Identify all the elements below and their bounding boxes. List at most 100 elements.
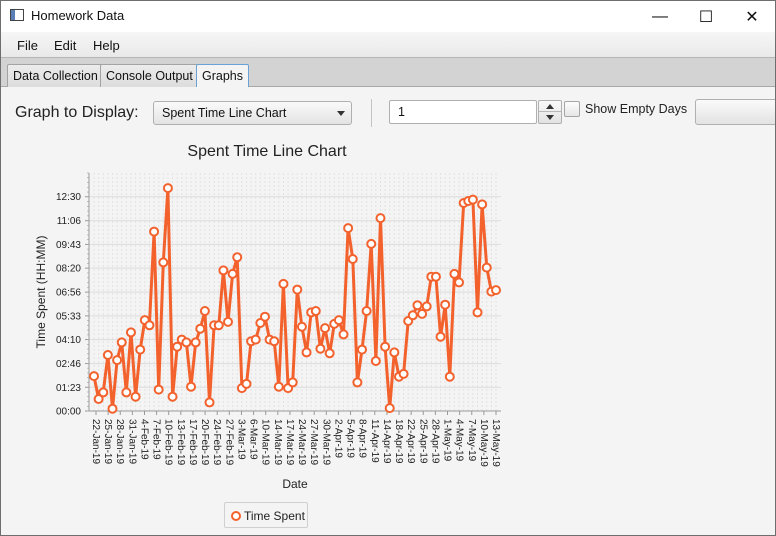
x-tick-label: 17-Feb-19 [187,419,198,466]
x-tick-label: 3-Mar-19 [235,419,246,460]
data-point [435,331,446,342]
data-point [315,343,326,354]
data-point [181,337,192,348]
title-bar: Homework Data — ☐ ✕ [1,1,775,32]
data-point [98,387,109,398]
data-point [269,336,280,347]
y-tick-label: 11:06 [57,216,82,227]
x-tick-label: 28-Jan-19 [114,419,125,464]
data-point [407,310,418,321]
data-point [241,378,252,389]
data-point [347,254,358,264]
data-point [130,391,141,402]
minimize-button[interactable]: — [637,1,683,32]
menu-edit[interactable]: Edit [54,38,76,53]
x-tick-label: 7-Feb-19 [151,419,162,460]
x-tick-label: 18-Apr-19 [393,419,404,464]
data-point [287,377,298,388]
data-point [162,183,173,194]
app-window-icon [10,9,24,21]
data-point [338,329,349,340]
x-tick-label: 6-Mar-19 [248,419,259,460]
data-point [116,337,127,348]
x-tick-label: 5-Apr-19 [345,419,356,458]
y-tick-label: 05:33 [56,311,81,322]
menu-help[interactable]: Help [93,38,120,53]
data-point [449,268,460,279]
data-point [259,311,270,322]
data-point [375,213,386,224]
x-tick-label: 10-Mar-19 [260,419,271,466]
data-point [366,238,377,249]
data-point [135,344,146,355]
data-point [301,347,312,358]
x-tick-label: 11-Apr-19 [369,419,380,463]
data-point [213,320,224,331]
x-tick-label: 17-Mar-19 [284,419,295,466]
data-point [324,348,335,359]
data-point [278,278,289,289]
y-tick-label: 09:43 [56,240,81,251]
data-point [357,344,367,355]
data-point [218,265,229,276]
data-point [310,306,321,316]
data-point [384,403,395,414]
x-tick-label: 8-Apr-19 [357,419,368,458]
data-point [195,323,206,334]
legend-label: Time Spent [244,509,305,523]
app-window: Homework Data — ☐ ✕ File Edit Help Data … [0,0,776,536]
window-title: Homework Data [31,8,125,23]
maximize-button[interactable]: ☐ [683,1,729,32]
x-tick-label: 22-Jan-19 [90,419,101,464]
y-tick-label: 01:23 [56,383,81,394]
y-tick-label: 08:20 [56,264,81,275]
data-point [380,341,391,352]
data-point [227,268,238,279]
x-tick-label: 28-Apr-19 [429,419,440,464]
x-tick-label: 27-Mar-19 [308,419,319,466]
data-point [430,271,441,282]
data-point [296,321,307,332]
menu-file[interactable]: File [17,38,38,53]
data-point [491,285,501,296]
y-axis-title: Time Spent (HH:MM) [34,236,48,349]
x-tick-label: 13-May-19 [490,419,501,467]
data-point [121,387,132,398]
data-point [440,299,451,310]
close-icon: ✕ [745,8,759,26]
data-point [352,377,363,388]
x-tick-label: 14-Apr-19 [381,419,392,464]
x-tick-label: 10-May-19 [478,419,489,467]
tab-graphs[interactable]: Graphs [196,64,249,89]
chart-legend: Time Spent [224,502,308,528]
data-point [343,223,354,234]
graphs-panel: Graph to Display: Spent Time Line Chart … [1,87,775,535]
x-tick-label: 24-Mar-19 [296,419,307,466]
x-tick-label: 4-May-19 [454,419,465,462]
x-tick-label: 1-May-19 [442,419,453,462]
x-tick-label: 30-Mar-19 [320,419,331,466]
tab-console-output[interactable]: Console Output [100,64,199,88]
legend-circle-icon [231,511,241,521]
line-chart: 00:00 01:23 02:46 04:10 05:33 06:56 08:20 09:43… [34,172,501,491]
tab-data-collection[interactable]: Data Collection [7,64,104,88]
data-point [389,347,400,358]
data-point [158,257,169,268]
data-point [149,226,160,237]
data-point [467,194,478,205]
data-point [361,306,372,316]
data-point [190,337,201,348]
data-point [102,350,113,360]
x-tick-label: 2-Apr-19 [332,419,343,458]
data-point [250,334,261,345]
x-tick-label: 7-May-19 [466,419,477,462]
data-point [273,381,284,392]
x-axis-title: Date [282,477,308,491]
data-point [320,323,331,334]
data-point [144,320,155,331]
x-tick-label: 25-Jan-19 [102,419,113,464]
close-button[interactable]: ✕ [729,1,775,32]
data-point [199,306,210,316]
data-point [454,277,465,288]
x-tick-label: 13-Feb-19 [175,419,186,466]
